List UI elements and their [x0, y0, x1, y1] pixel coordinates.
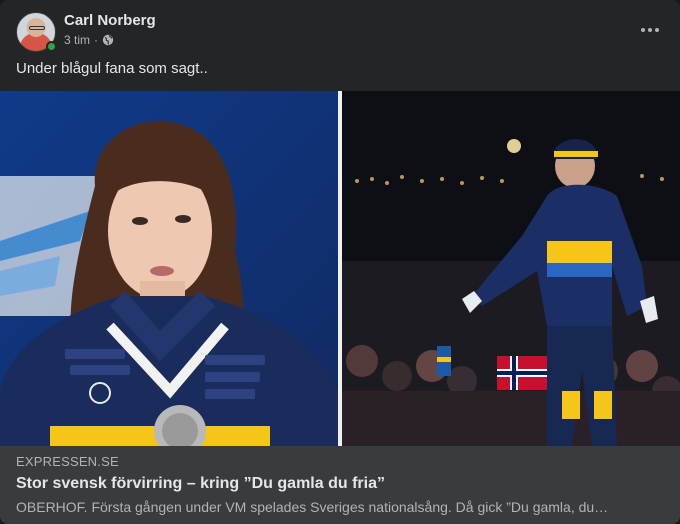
meta-separator: ·	[94, 33, 99, 47]
more-options-icon[interactable]	[636, 16, 664, 44]
athlete-crowd-image	[342, 91, 680, 446]
link-headline[interactable]: Stor svensk förvirring – kring ”Du gamla…	[16, 475, 664, 493]
post-text: Under blågul fana som sagt..	[16, 60, 208, 77]
photo-athlete-crowd[interactable]	[342, 91, 680, 446]
link-preview[interactable]: EXPRESSEN.SE Stor svensk förvirring – kr…	[0, 446, 680, 524]
post-time[interactable]: 3 tim	[64, 33, 90, 47]
online-status-icon	[46, 41, 57, 52]
post-card: Carl Norberg 3 tim · Under blågul fana s…	[0, 0, 680, 524]
globe-icon[interactable]	[102, 34, 114, 46]
athlete-medal-image	[0, 91, 338, 446]
author-name[interactable]: Carl Norberg	[64, 12, 156, 29]
photo-athlete-medal[interactable]	[0, 91, 338, 446]
link-source: EXPRESSEN.SE	[16, 454, 119, 469]
post-media[interactable]	[0, 91, 680, 446]
link-description: OBERHOF. Första gången under VM spelades…	[16, 499, 609, 515]
post-meta: 3 tim ·	[64, 33, 114, 47]
avatar-glasses	[29, 26, 45, 30]
post-header: Carl Norberg 3 tim ·	[16, 12, 664, 52]
